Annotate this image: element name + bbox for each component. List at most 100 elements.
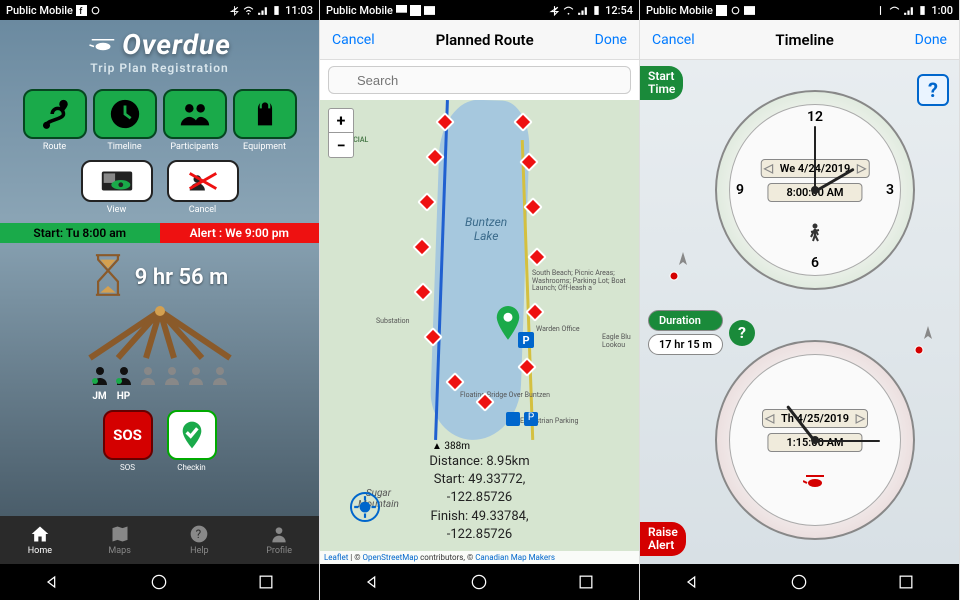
search-input[interactable] — [328, 66, 631, 94]
zoom-in-button[interactable]: + — [329, 109, 353, 133]
header-cancel[interactable]: Cancel — [652, 32, 695, 48]
participants-button[interactable] — [163, 89, 227, 139]
app-logo: Overdue Trip Plan Registration — [88, 28, 231, 75]
timeline-header: Cancel Timeline Done — [640, 20, 959, 60]
clock-num: 6 — [811, 255, 819, 271]
duration-label: Duration — [648, 310, 723, 331]
cancel-label: Cancel — [189, 205, 216, 215]
alert-clock[interactable]: ◁Th 4/25/2019▷ 1:15:00 AM — [715, 340, 915, 540]
route-button[interactable] — [23, 89, 87, 139]
route-label: Route — [43, 142, 66, 152]
sos-button[interactable]: SOS — [103, 410, 153, 460]
lake-label: Buntzen Lake — [465, 215, 507, 243]
helicopter-icon — [88, 36, 118, 54]
back-key[interactable] — [363, 572, 383, 592]
header-title: Planned Route — [436, 31, 534, 49]
nav-maps[interactable]: Maps — [80, 516, 160, 564]
participants-label: Participants — [170, 142, 218, 152]
poi-text: Eagle Blu Lookou — [602, 334, 639, 349]
minute-hand — [815, 440, 880, 442]
duration-value[interactable]: 17 hr 15 m — [648, 334, 723, 355]
screen-route: Public Mobile 12:54 Cancel Planned Route… — [320, 0, 640, 600]
checkin-label: Checkin — [177, 463, 205, 472]
nav-help[interactable]: ?Help — [160, 516, 240, 564]
help-button[interactable]: ? — [917, 74, 949, 106]
status-bar: Public Mobile 12:54 — [320, 0, 639, 20]
hourglass-icon — [91, 253, 125, 301]
app-subtitle: Trip Plan Registration — [88, 61, 231, 75]
compass-icon[interactable] — [911, 324, 945, 362]
view-label: View — [107, 205, 126, 215]
start-status: Start: Tu 8:00 am — [0, 223, 160, 243]
checkin-button[interactable] — [167, 410, 217, 460]
location-button[interactable] — [350, 492, 380, 522]
soft-keys — [640, 564, 959, 600]
bluetooth-icon — [229, 5, 240, 16]
minute-hand — [814, 126, 816, 191]
equipment-button[interactable] — [233, 89, 297, 139]
parking-icon: P — [518, 332, 534, 348]
screen-home: Public Mobile f 11:03 Overdue Trip Plan … — [0, 0, 320, 600]
header-done[interactable]: Done — [595, 32, 627, 48]
home-key[interactable] — [469, 572, 489, 592]
image-icon — [424, 5, 435, 16]
clock-num: 9 — [736, 182, 744, 198]
timeline-label: Timeline — [107, 142, 141, 152]
poi-text: Floating Bridge Over Buntzen — [460, 392, 550, 400]
facebook-icon — [410, 5, 421, 16]
recent-key[interactable] — [256, 572, 276, 592]
status-row: Start: Tu 8:00 am Alert : We 9:00 pm — [0, 223, 319, 243]
clock-num: 3 — [886, 182, 894, 198]
wifi-icon — [243, 5, 254, 16]
parking-icon: P — [524, 412, 538, 426]
signal-icon — [577, 5, 588, 16]
message-icon — [396, 5, 407, 16]
facebook-icon: f — [76, 5, 87, 16]
clock-num: 12 — [807, 109, 823, 125]
duration-help-button[interactable]: ? — [729, 320, 755, 346]
start-clock[interactable]: 12 3 6 9 ◁We 4/24/2019▷ 8:00:00 AM — [715, 90, 915, 290]
carrier-label: Public Mobile — [6, 4, 73, 17]
poi-text: Warden Office — [536, 326, 580, 334]
bluetooth-icon — [875, 5, 886, 16]
date-selector[interactable]: ◁Th 4/25/2019▷ — [762, 409, 868, 428]
nav-home[interactable]: Home — [0, 516, 80, 564]
start-coords: Start: 49.33772, -122.85726 — [400, 471, 560, 507]
timeline-button[interactable] — [93, 89, 157, 139]
back-key[interactable] — [43, 572, 63, 592]
waypoint[interactable] — [527, 247, 547, 267]
signal-icon — [257, 5, 268, 16]
bottom-nav: Home Maps ?Help Profile — [0, 516, 319, 564]
poi-text: South Beach; Picnic Areas; Washrooms; Pa… — [532, 270, 639, 293]
map-attribution: Leaflet | © OpenStreetMap contributors, … — [320, 551, 639, 564]
header-cancel[interactable]: Cancel — [332, 32, 375, 48]
view-button[interactable] — [81, 160, 153, 202]
waypoint[interactable] — [417, 192, 437, 212]
cancel-button[interactable] — [167, 160, 239, 202]
nav-profile[interactable]: Profile — [239, 516, 319, 564]
duration-control: Duration 17 hr 15 m ? — [648, 310, 755, 355]
map[interactable]: PROVINCIAL PARK Buntzen Lake South Beach… — [320, 100, 639, 564]
home-key[interactable] — [789, 572, 809, 592]
helicopter-icon — [803, 471, 827, 499]
home-key[interactable] — [149, 572, 169, 592]
equipment-label: Equipment — [243, 142, 286, 152]
distance-label: Distance: 8.95km — [400, 453, 560, 471]
back-key[interactable] — [683, 572, 703, 592]
route-header: Cancel Planned Route Done — [320, 20, 639, 60]
route-info: Distance: 8.95km Start: 49.33772, -122.8… — [400, 453, 560, 544]
recent-key[interactable] — [576, 572, 596, 592]
waypoint[interactable] — [412, 237, 432, 257]
waypoint[interactable] — [413, 282, 433, 302]
sync-icon — [90, 5, 101, 16]
screen-timeline: Public Mobile 1:00 Cancel Timeline Done … — [640, 0, 960, 600]
header-done[interactable]: Done — [915, 32, 947, 48]
compass-icon[interactable] — [666, 250, 700, 288]
status-bar: Public Mobile 1:00 — [640, 0, 959, 20]
zoom-out-button[interactable]: − — [329, 133, 353, 157]
start-time-tag: Start Time — [640, 66, 683, 100]
header-title: Timeline — [775, 31, 833, 49]
hiker-icon — [506, 412, 520, 426]
battery-icon — [271, 5, 282, 16]
recent-key[interactable] — [896, 572, 916, 592]
